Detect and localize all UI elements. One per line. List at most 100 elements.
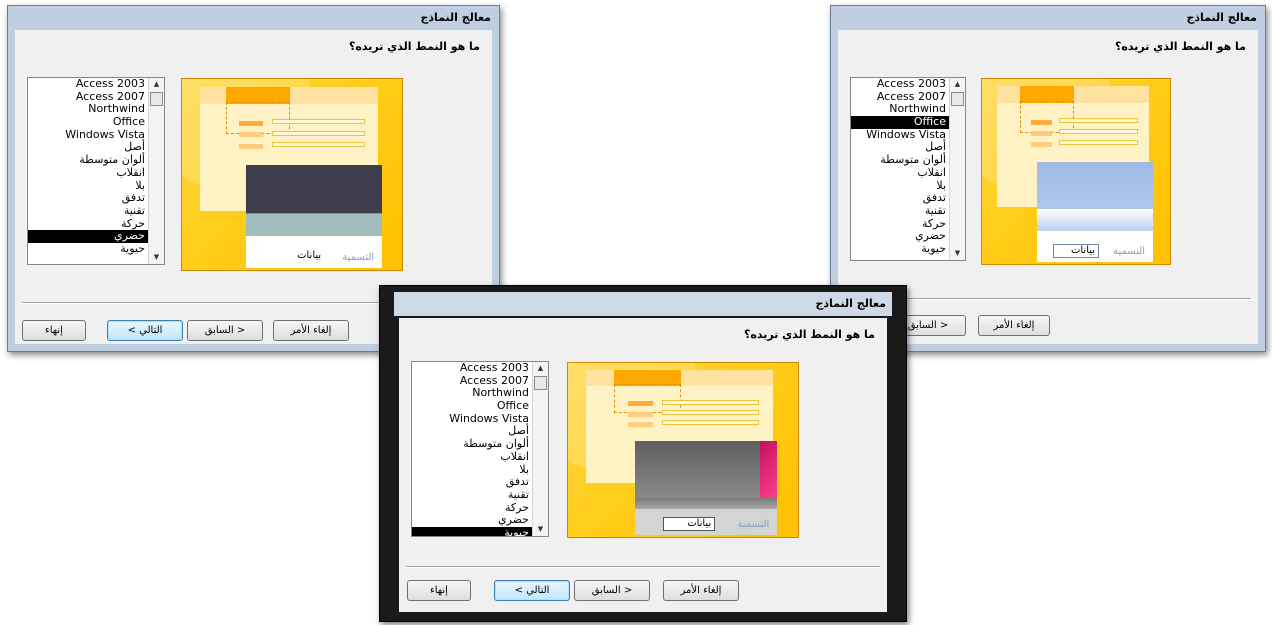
- style-item-median[interactable]: ألوان متوسطة: [851, 153, 949, 167]
- style-listbox[interactable]: Access 2003 Access 2007 Northwind Office…: [27, 77, 165, 265]
- preview-label-line: [1030, 141, 1052, 147]
- preview-data-value: بيانات: [1053, 244, 1100, 259]
- preview-sample-detail: التسمية بيانات: [1036, 231, 1154, 263]
- style-item-flow[interactable]: تدفق: [28, 191, 148, 205]
- style-item-flow[interactable]: تدفق: [412, 475, 532, 489]
- style-item-median[interactable]: ألوان متوسطة: [28, 153, 148, 167]
- scroll-thumb[interactable]: [150, 92, 163, 106]
- preview-field-box: [662, 399, 759, 405]
- style-list-items: Access 2003 Access 2007 Northwind Office…: [412, 362, 532, 536]
- title-bar[interactable]: معالج النماذج: [394, 292, 892, 316]
- style-item-vivid-selected[interactable]: حيوية: [412, 526, 532, 536]
- style-item-flow[interactable]: تدفق: [851, 191, 949, 205]
- style-item-office[interactable]: Office: [28, 115, 148, 129]
- style-item-technic[interactable]: تقنية: [412, 488, 532, 502]
- preview-sample-band: [1036, 209, 1154, 232]
- style-item-access-2003[interactable]: Access 2003: [851, 78, 949, 91]
- preview-sample-header: [1036, 162, 1154, 210]
- style-item-access-2003[interactable]: Access 2003: [28, 78, 148, 91]
- preview-style-sample: التسمية بيانات: [1036, 162, 1154, 263]
- preview-field-box: [1059, 128, 1139, 134]
- preview-sample-detail: التسمية بيانات: [245, 236, 383, 269]
- preview-sample-accent: [760, 441, 778, 500]
- window-title: معالج النماذج: [1186, 11, 1257, 24]
- preview-style-sample: التسمية بيانات: [634, 441, 778, 536]
- preview-data-value: بيانات: [297, 250, 322, 262]
- preview-label-line: [239, 132, 264, 138]
- preview-sample-detail: التسمية بيانات: [634, 508, 778, 536]
- window-title: معالج النماذج: [815, 297, 886, 310]
- listbox-scrollbar[interactable]: ▲ ▼: [949, 78, 965, 260]
- form-wizard-window-vivid: معالج النماذج ما هو النمط الذي تريده؟ Ac…: [379, 285, 907, 622]
- style-item-technic[interactable]: تقنية: [28, 204, 148, 218]
- style-item-median[interactable]: ألوان متوسطة: [412, 437, 532, 451]
- dialog-separator: [406, 566, 880, 568]
- style-item-flip[interactable]: انقلاب: [851, 166, 949, 180]
- scroll-down-arrow-icon[interactable]: ▼: [950, 247, 965, 260]
- cancel-button[interactable]: إلغاء الأمر: [663, 580, 739, 601]
- preview-field-box: [272, 130, 365, 136]
- cancel-button[interactable]: إلغاء الأمر: [273, 320, 349, 341]
- scroll-down-arrow-icon[interactable]: ▼: [533, 523, 548, 536]
- finish-button[interactable]: إنهاء: [22, 320, 86, 341]
- back-button[interactable]: < السابق: [574, 580, 650, 601]
- style-preview: التسمية بيانات: [181, 78, 403, 271]
- title-bar[interactable]: معالج النماذج: [831, 6, 1265, 30]
- style-item-access-2003[interactable]: Access 2003: [412, 362, 532, 375]
- style-prompt: ما هو النمط الذي تريده؟: [744, 328, 875, 341]
- finish-button[interactable]: إنهاء: [407, 580, 471, 601]
- preview-label-line: [627, 411, 654, 417]
- preview-field-box: [272, 119, 365, 125]
- preview-caption-label: التسمية: [342, 252, 375, 264]
- scroll-up-arrow-icon[interactable]: ▲: [950, 78, 965, 91]
- style-prompt: ما هو النمط الذي تريده؟: [1115, 40, 1246, 53]
- style-item-office-selected[interactable]: Office: [851, 115, 949, 129]
- preview-field-box: [1059, 140, 1139, 146]
- style-item-office[interactable]: Office: [412, 399, 532, 413]
- cancel-button[interactable]: إلغاء الأمر: [978, 315, 1050, 336]
- title-bar[interactable]: معالج النماذج: [8, 6, 499, 30]
- listbox-scrollbar[interactable]: ▲ ▼: [148, 78, 164, 264]
- next-button[interactable]: التالي >: [494, 580, 570, 601]
- preview-label-line: [239, 121, 264, 127]
- style-prompt: ما هو النمط الذي تريده؟: [349, 40, 480, 53]
- style-item-technic[interactable]: تقنية: [851, 204, 949, 218]
- preview-label-line: [1030, 119, 1052, 125]
- preview-sample-band: [245, 213, 383, 238]
- back-button[interactable]: < السابق: [187, 320, 263, 341]
- style-list-items: Access 2003 Access 2007 Northwind Office…: [851, 78, 949, 256]
- preview-sample-band: [634, 497, 778, 509]
- preview-caption-label: التسمية: [1113, 246, 1146, 258]
- preview-sample-header: [634, 441, 778, 498]
- style-preview: التسمية بيانات: [981, 78, 1171, 265]
- preview-sample-header: [245, 164, 383, 214]
- style-listbox[interactable]: Access 2003 Access 2007 Northwind Office…: [850, 77, 966, 261]
- window-title: معالج النماذج: [420, 11, 491, 24]
- preview-field-box: [662, 420, 759, 426]
- style-item-flip[interactable]: انقلاب: [412, 450, 532, 464]
- preview-data-value: بيانات: [663, 517, 716, 532]
- scroll-thumb[interactable]: [534, 376, 547, 390]
- next-button[interactable]: التالي >: [107, 320, 183, 341]
- preview-label-line: [1030, 130, 1052, 136]
- dialog-body: ما هو النمط الذي تريده؟ Access 2003 Acce…: [399, 318, 887, 612]
- listbox-scrollbar[interactable]: ▲ ▼: [532, 362, 548, 536]
- scroll-up-arrow-icon[interactable]: ▲: [149, 78, 164, 91]
- preview-label-line: [627, 401, 654, 407]
- preview-label-line: [239, 143, 264, 149]
- preview-field-box: [662, 409, 759, 415]
- preview-caption-label: التسمية: [737, 519, 770, 531]
- style-preview: التسمية بيانات: [567, 362, 799, 538]
- style-listbox[interactable]: Access 2003 Access 2007 Northwind Office…: [411, 361, 549, 537]
- preview-field-box: [272, 142, 365, 148]
- preview-style-sample: التسمية بيانات: [245, 164, 383, 269]
- preview-label-line: [627, 422, 654, 428]
- scroll-up-arrow-icon[interactable]: ▲: [533, 362, 548, 375]
- style-item-flip[interactable]: انقلاب: [28, 166, 148, 180]
- style-list-items: Access 2003 Access 2007 Northwind Office…: [28, 78, 148, 256]
- preview-field-box: [1059, 117, 1139, 123]
- scroll-down-arrow-icon[interactable]: ▼: [149, 251, 164, 264]
- style-item-vivid[interactable]: حيوية: [851, 242, 949, 256]
- style-item-vivid[interactable]: حيوية: [28, 242, 148, 256]
- scroll-thumb[interactable]: [951, 92, 964, 106]
